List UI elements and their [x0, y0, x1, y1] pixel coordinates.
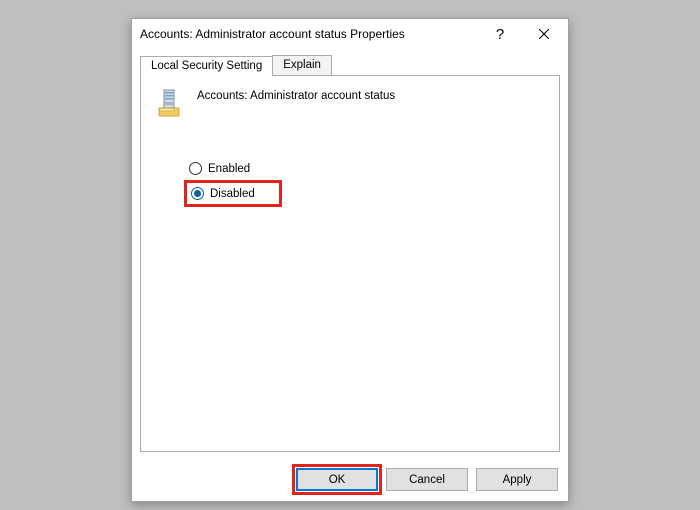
titlebar: Accounts: Administrator account status P… — [132, 19, 568, 49]
help-button[interactable]: ? — [478, 20, 522, 48]
server-policy-icon — [155, 88, 187, 120]
apply-button[interactable]: Apply — [476, 468, 558, 491]
button-row: OK Cancel Apply — [132, 460, 568, 501]
radio-option-enabled[interactable]: Enabled — [187, 160, 545, 177]
policy-name-label: Accounts: Administrator account status — [197, 88, 395, 102]
close-button[interactable] — [522, 20, 566, 48]
radio-icon — [191, 187, 204, 200]
radio-label: Disabled — [210, 188, 255, 200]
policy-header: Accounts: Administrator account status — [155, 88, 545, 120]
ok-button[interactable]: OK — [296, 468, 378, 491]
tab-content: Accounts: Administrator account status E… — [140, 75, 560, 452]
window-title: Accounts: Administrator account status P… — [140, 27, 478, 41]
close-icon — [539, 29, 549, 39]
radio-icon — [189, 162, 202, 175]
radio-label: Enabled — [208, 163, 250, 175]
tabs-area: Local Security Setting Explain Account — [132, 49, 568, 460]
tabs-row: Local Security Setting Explain — [140, 55, 560, 75]
tab-local-security-setting[interactable]: Local Security Setting — [140, 56, 273, 76]
properties-dialog: Accounts: Administrator account status P… — [131, 18, 569, 502]
radio-option-disabled[interactable]: Disabled — [187, 183, 279, 204]
tab-explain[interactable]: Explain — [272, 55, 332, 75]
cancel-button[interactable]: Cancel — [386, 468, 468, 491]
radio-group: Enabled Disabled — [187, 160, 545, 210]
